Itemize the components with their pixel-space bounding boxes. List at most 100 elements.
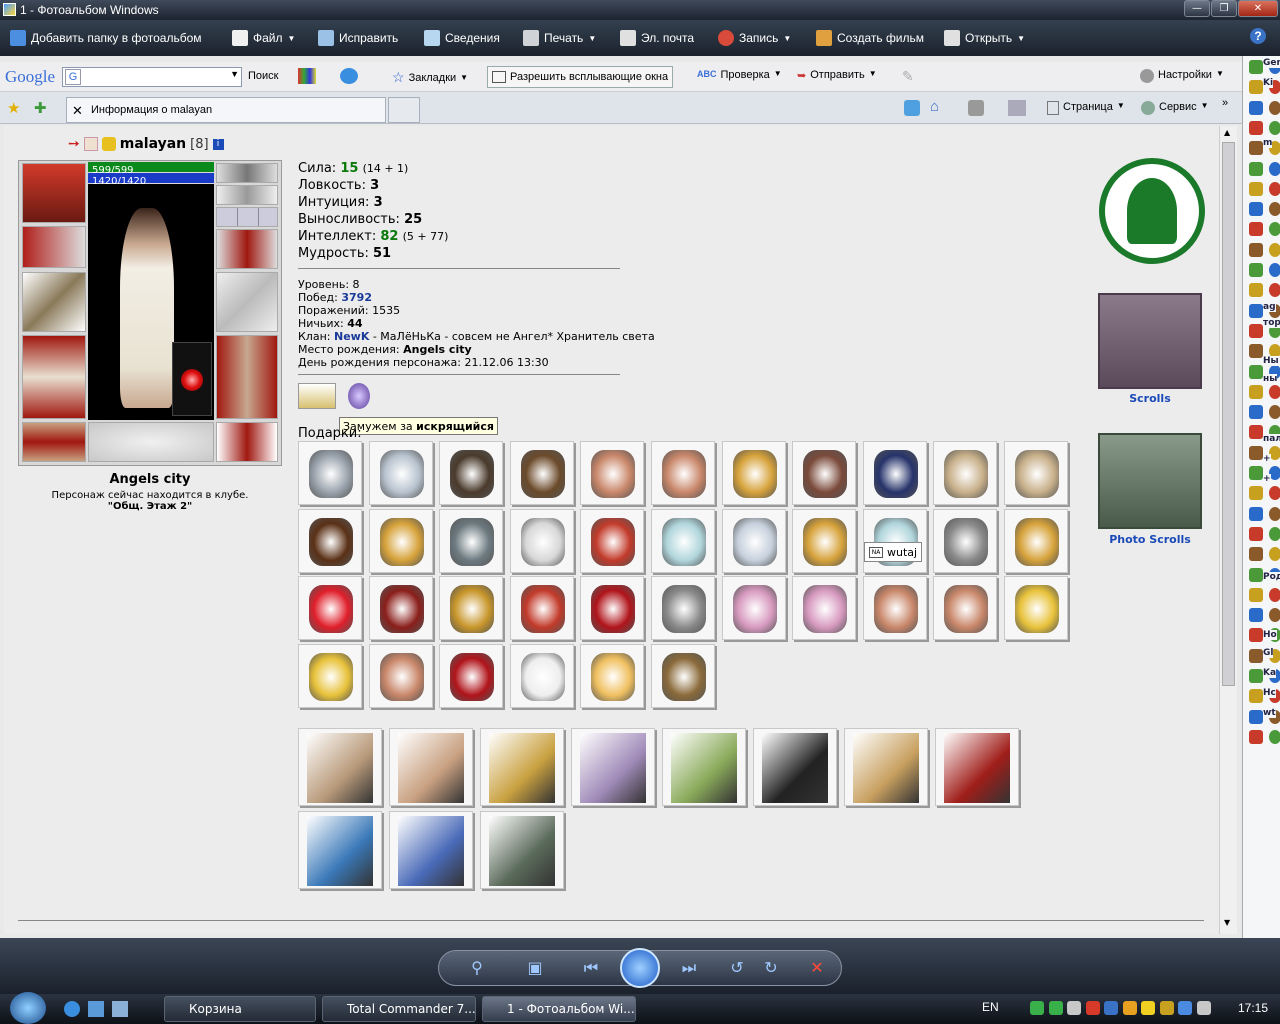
print-icon[interactable] bbox=[1008, 100, 1026, 116]
pet-slot[interactable] bbox=[172, 342, 212, 416]
contact-icon[interactable] bbox=[1249, 608, 1263, 623]
close-button[interactable]: ✕ bbox=[1238, 0, 1278, 17]
show-desktop-icon[interactable] bbox=[88, 1001, 104, 1017]
contact-icon[interactable] bbox=[1249, 100, 1263, 115]
contact-icon[interactable] bbox=[1249, 526, 1263, 541]
rss-icon[interactable] bbox=[968, 100, 984, 116]
gift-item[interactable] bbox=[509, 508, 574, 573]
contact-icon[interactable] bbox=[1249, 466, 1263, 480]
sidebar-group-label[interactable]: + bbox=[1263, 454, 1271, 464]
scrolls-label[interactable]: Scrolls bbox=[1098, 392, 1202, 405]
gloves-slot[interactable] bbox=[216, 229, 278, 269]
boots-slot[interactable] bbox=[216, 422, 278, 462]
sidebar-group-label[interactable]: + bbox=[1263, 474, 1271, 484]
gift-item[interactable] bbox=[792, 508, 857, 573]
postcard-item[interactable] bbox=[480, 811, 564, 889]
sidebar-group-label[interactable]: Gl bbox=[1263, 648, 1274, 658]
gift-item[interactable] bbox=[298, 576, 362, 640]
bookmarks-button[interactable]: ☆ Закладки ▼ bbox=[392, 69, 468, 86]
sidebar-group-label[interactable]: Ka bbox=[1263, 668, 1277, 678]
contact-icon[interactable] bbox=[1249, 242, 1263, 257]
scrolls-badge[interactable] bbox=[1098, 293, 1202, 389]
tray-icon[interactable] bbox=[1085, 1001, 1100, 1015]
contact-icon[interactable] bbox=[1249, 141, 1263, 156]
contact-icon[interactable] bbox=[1249, 729, 1263, 744]
info-icon[interactable]: i bbox=[212, 138, 224, 150]
contact-icon[interactable] bbox=[1249, 648, 1263, 663]
gift-item[interactable] bbox=[1004, 441, 1068, 505]
previous-icon[interactable]: ⏮ bbox=[580, 958, 602, 978]
gift-item[interactable] bbox=[580, 508, 645, 573]
gift-item[interactable] bbox=[368, 441, 433, 505]
tray-icon[interactable] bbox=[1159, 1001, 1174, 1015]
contact-icon[interactable] bbox=[1249, 222, 1263, 237]
sidebar-group-label[interactable]: ag bbox=[1263, 302, 1276, 312]
help-button[interactable]: ? bbox=[1250, 28, 1266, 44]
task-recycle-bin[interactable]: Корзина bbox=[164, 996, 316, 1022]
gift-item[interactable] bbox=[862, 508, 927, 573]
contact-icon[interactable] bbox=[1249, 60, 1263, 74]
contact-icon[interactable] bbox=[1249, 567, 1263, 582]
home-icon[interactable]: ⌂ bbox=[930, 98, 939, 115]
gift-item[interactable] bbox=[1004, 576, 1068, 640]
minimize-button[interactable]: — bbox=[1184, 0, 1210, 17]
wrench-icon[interactable]: ✎ bbox=[902, 68, 914, 85]
gift-item[interactable] bbox=[509, 441, 574, 505]
scroll-down-icon[interactable]: ▼ bbox=[1224, 918, 1230, 927]
gift-item[interactable] bbox=[1004, 508, 1068, 573]
contact-icon[interactable] bbox=[1249, 405, 1263, 420]
settings-button[interactable]: Настройки ▼ bbox=[1140, 69, 1224, 83]
gift-item[interactable] bbox=[651, 576, 715, 640]
postcard-item[interactable] bbox=[298, 811, 382, 889]
info-button[interactable]: Сведения bbox=[424, 30, 500, 46]
pants-slot[interactable] bbox=[216, 335, 278, 419]
gift-item[interactable] bbox=[721, 508, 786, 573]
sidebar-group-label[interactable]: Род bbox=[1263, 572, 1280, 582]
contact-icon[interactable] bbox=[1249, 161, 1263, 176]
postcard-item[interactable] bbox=[935, 728, 1019, 806]
open-menu[interactable]: Открыть ▼ bbox=[944, 30, 1025, 46]
gift-item[interactable] bbox=[580, 576, 645, 640]
gift-item[interactable] bbox=[368, 508, 433, 573]
sidebar-group-label[interactable]: Ki bbox=[1263, 78, 1274, 88]
sidebar-group-label[interactable]: m bbox=[1263, 138, 1273, 148]
task-total-commander[interactable]: Total Commander 7... bbox=[322, 996, 476, 1022]
gift-item[interactable] bbox=[439, 441, 504, 505]
contact-icon[interactable] bbox=[1249, 80, 1263, 95]
armor-slot[interactable] bbox=[22, 335, 86, 419]
burn-menu[interactable]: Запись ▼ bbox=[718, 30, 791, 46]
gift-item[interactable] bbox=[298, 508, 362, 573]
gift-item[interactable] bbox=[651, 508, 715, 573]
google-search-input[interactable]: G ▼ bbox=[62, 67, 242, 87]
contact-icon[interactable] bbox=[1249, 120, 1263, 135]
gift-item[interactable] bbox=[580, 643, 645, 708]
clan-link[interactable]: NewK bbox=[334, 330, 369, 343]
tray-icon[interactable] bbox=[1196, 1001, 1211, 1015]
make-movie-button[interactable]: Создать фильм bbox=[816, 30, 924, 46]
feed-icon[interactable] bbox=[904, 100, 920, 116]
spirit-icon[interactable] bbox=[348, 383, 370, 409]
scroll-thumb[interactable] bbox=[1222, 142, 1235, 686]
clock[interactable]: 17:15 bbox=[1238, 1001, 1268, 1015]
gift-item[interactable] bbox=[651, 643, 715, 708]
rotate-right-icon[interactable]: ↻ bbox=[760, 958, 782, 978]
contact-icon[interactable] bbox=[1249, 263, 1263, 277]
gift-item[interactable] bbox=[439, 576, 504, 640]
gift-item[interactable] bbox=[862, 441, 927, 505]
postcard-item[interactable] bbox=[844, 728, 928, 806]
postcard-item[interactable] bbox=[753, 728, 837, 806]
sidebar-group-label[interactable]: Hc bbox=[1263, 688, 1276, 698]
fix-button[interactable]: Исправить bbox=[318, 30, 398, 46]
gift-item[interactable] bbox=[509, 576, 574, 640]
maximize-button[interactable]: ❐ bbox=[1211, 0, 1237, 17]
tray-icon[interactable] bbox=[1048, 1001, 1063, 1015]
tab-malayan-info[interactable]: ✕ Информация о malayan bbox=[66, 97, 386, 123]
tools-menu[interactable]: Сервис ▼ bbox=[1141, 101, 1209, 115]
gift-item[interactable] bbox=[368, 643, 433, 708]
tray-icon[interactable] bbox=[1141, 1001, 1155, 1015]
chevron-more-icon[interactable]: » bbox=[1222, 97, 1228, 109]
gift-item[interactable] bbox=[721, 441, 786, 505]
gift-item[interactable] bbox=[933, 441, 998, 505]
contact-icon[interactable] bbox=[1249, 709, 1263, 724]
sidebar-group-label[interactable]: Ger bbox=[1263, 58, 1280, 68]
